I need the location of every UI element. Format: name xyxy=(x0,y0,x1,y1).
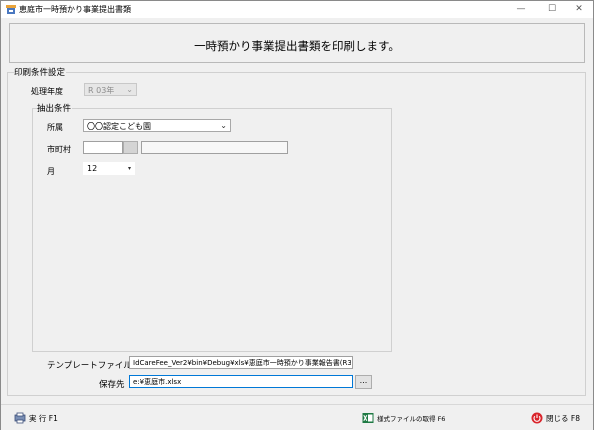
footer-toolbar: 実 行 F1 様式ファイルの取得 F6 閉じる F8 xyxy=(1,404,593,430)
extract-conditions-title: 抽出条件 xyxy=(37,102,73,114)
template-path: IdCareFee_Ver2¥bin¥Debug¥xls¥恵庭市一時預かり事業報… xyxy=(133,359,351,367)
title-bar: 恵庭市一時預かり事業提出書類 — ☐ ✕ xyxy=(1,1,593,18)
close-label: 閉じる F8 xyxy=(546,413,580,423)
municipality-name-field xyxy=(141,141,288,154)
close-button[interactable]: 閉じる F8 xyxy=(531,410,580,426)
template-label: テンプレートファイル xyxy=(47,361,132,371)
municipality-search-button[interactable] xyxy=(123,141,138,154)
execute-label: 実 行 F1 xyxy=(29,413,58,423)
year-select[interactable]: R 03年 ⌄ xyxy=(84,83,137,96)
power-icon xyxy=(531,412,543,424)
minimize-button[interactable]: — xyxy=(507,1,535,18)
maximize-button[interactable]: ☐ xyxy=(538,1,566,18)
month-value: 12 xyxy=(87,164,98,173)
main-window: 恵庭市一時預かり事業提出書類 — ☐ ✕ 一時預かり事業提出書類を印刷します。 … xyxy=(0,0,594,430)
facility-value: 〇〇認定こども園 xyxy=(87,122,151,131)
month-select[interactable]: 12 ▾ xyxy=(83,162,135,175)
save-label: 保存先 xyxy=(99,380,125,390)
save-path-input[interactable]: e:¥恵庭市.xlsx xyxy=(129,375,353,388)
municipality-label: 市町村 xyxy=(47,145,71,154)
print-settings-title: 印刷条件設定 xyxy=(14,66,67,78)
template-path-field[interactable]: IdCareFee_Ver2¥bin¥Debug¥xls¥恵庭市一時預かり事業報… xyxy=(129,356,353,369)
excel-icon xyxy=(362,413,374,423)
header-panel: 一時預かり事業提出書類を印刷します。 xyxy=(9,23,585,63)
close-window-button[interactable]: ✕ xyxy=(565,1,593,18)
get-template-label: 様式ファイルの取得 F6 xyxy=(377,415,446,423)
facility-label: 所属 xyxy=(47,123,63,132)
header-message: 一時預かり事業提出書類を印刷します。 xyxy=(194,39,400,53)
execute-button[interactable]: 実 行 F1 xyxy=(14,410,58,426)
browse-button[interactable]: ... xyxy=(355,375,372,389)
window-title: 恵庭市一時預かり事業提出書類 xyxy=(19,5,131,14)
facility-select[interactable]: 〇〇認定こども園 ⌄ xyxy=(83,119,231,132)
dropdown-arrow-icon: ▾ xyxy=(127,165,131,172)
chevron-down-icon: ⌄ xyxy=(220,121,227,130)
chevron-down-icon: ⌄ xyxy=(126,85,133,94)
year-value: R 03年 xyxy=(88,86,115,95)
app-icon xyxy=(6,5,16,14)
execute-icon xyxy=(14,412,26,424)
get-template-button[interactable]: 様式ファイルの取得 F6 xyxy=(362,410,445,426)
month-label: 月 xyxy=(47,167,55,176)
save-path: e:¥恵庭市.xlsx xyxy=(133,378,182,386)
year-label: 処理年度 xyxy=(31,87,63,96)
municipality-code-input[interactable] xyxy=(83,141,123,154)
